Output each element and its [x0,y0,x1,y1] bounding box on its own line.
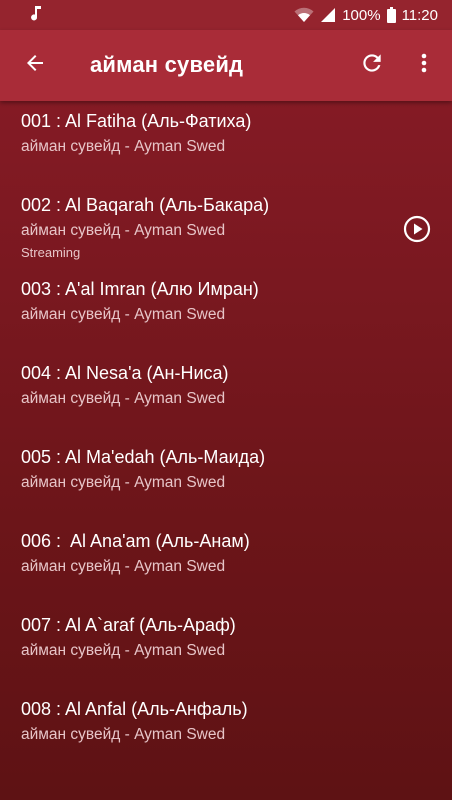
clock-time: 11:20 [401,6,438,24]
refresh-icon [359,50,385,81]
track-title: 001 : Al Fatiha (Аль-Фатиха) [21,111,252,131]
status-bar: 100% 11:20 [0,0,452,30]
track-subtitle: айман сувейд - Ayman Swed [21,642,226,659]
play-button[interactable] [403,215,431,243]
status-right: 100% 11:20 [294,7,438,24]
list-item[interactable]: 001 : Al Fatiha (Аль-Фатиха) айман сувей… [0,101,452,185]
more-options-button[interactable] [410,48,438,82]
track-subtitle: айман сувейд - Ayman Swed [21,474,226,491]
battery-percent: 100% [342,6,381,24]
track-title: 006 : Al Ana'am (Аль-Анам) [21,531,250,551]
track-title: 007 : Al A`araf (Аль-Араф) [21,615,236,635]
streaming-status: Streaming [21,245,81,260]
list-item[interactable]: 008 : Al Anfal (Аль-Анфаль) айман сувейд… [0,689,452,773]
list-item[interactable]: 004 : Al Nesa'a (Ан-Ниса) айман сувейд -… [0,353,452,437]
arrow-back-icon [23,51,47,80]
track-title: 005 : Al Ma'edah (Аль-Маида) [21,447,266,467]
signal-icon [320,7,336,23]
track-subtitle: айман сувейд - Ayman Swed [21,306,226,323]
list-item[interactable]: 006 : Al Ana'am (Аль-Анам) айман сувейд … [0,521,452,605]
track-title: 008 : Al Anfal (Аль-Анфаль) [21,699,248,719]
refresh-button[interactable] [356,48,388,82]
back-button[interactable] [18,48,52,82]
track-subtitle: айман сувейд - Ayman Swed [21,390,226,407]
track-subtitle: айман сувейд - Ayman Swed [21,558,226,575]
wifi-icon [294,7,314,23]
play-circle-icon [403,215,431,247]
track-title: 003 : A'al Imran (Алю Имран) [21,279,259,299]
track-title: 004 : Al Nesa'a (Ан-Ниса) [21,363,229,383]
page-title: айман сувейд [90,52,244,77]
list-item[interactable]: 003 : A'al Imran (Алю Имран) айман сувей… [0,269,452,353]
list-item[interactable]: 005 : Al Ma'edah (Аль-Маида) айман сувей… [0,437,452,521]
list-item[interactable]: 007 : Al A`araf (Аль-Араф) айман сувейд … [0,605,452,689]
track-title: 002 : Al Baqarah (Аль-Бакара) [21,195,270,215]
list-item[interactable]: 002 : Al Baqarah (Аль-Бакара) айман суве… [0,185,452,269]
more-vert-icon [420,51,428,80]
track-subtitle: айман сувейд - Ayman Swed [21,726,226,743]
battery-icon [386,7,396,23]
track-subtitle: айман сувейд - Ayman Swed [21,222,226,239]
status-left [30,5,42,25]
music-note-icon [30,5,42,25]
app-toolbar: айман сувейд [0,30,452,101]
track-subtitle: айман сувейд - Ayman Swed [21,138,226,155]
